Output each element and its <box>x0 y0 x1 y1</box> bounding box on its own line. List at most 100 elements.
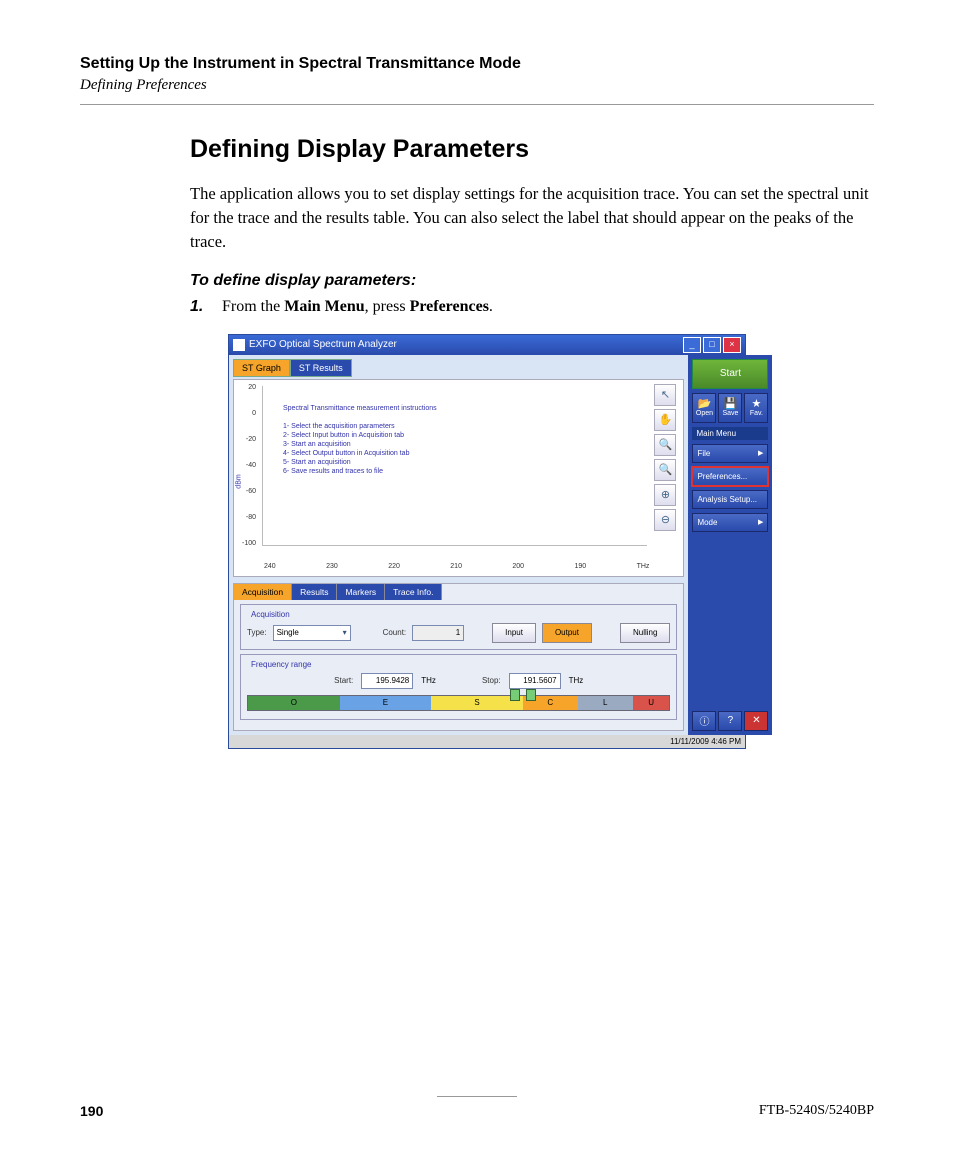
tool-pan[interactable]: ✋ <box>654 409 676 431</box>
tab-acquisition[interactable]: Acquisition <box>234 584 292 600</box>
procedure-heading: To define display parameters: <box>190 272 874 290</box>
xtick: 230 <box>326 563 338 570</box>
save-button[interactable]: 💾Save <box>718 393 742 423</box>
type-select[interactable]: Single ▾ <box>273 625 351 641</box>
maximize-button[interactable]: □ <box>703 337 721 353</box>
input-button[interactable]: Input <box>492 623 536 643</box>
status-bar: 11/11/2009 4:46 PM <box>229 735 745 748</box>
y-axis-label: dBm <box>236 474 243 488</box>
band-o: O <box>248 696 340 710</box>
ytick: -60 <box>246 488 256 495</box>
ytick: -100 <box>242 540 256 547</box>
step-text-c: , press <box>365 298 410 315</box>
menu-mode[interactable]: Mode▶ <box>692 513 768 532</box>
tab-results[interactable]: Results <box>292 584 337 600</box>
menu-preferences[interactable]: Preferences... <box>692 467 768 486</box>
type-value: Single <box>277 628 299 637</box>
app-window: EXFO Optical Spectrum Analyzer _ □ × ST … <box>228 334 746 749</box>
titlebar: EXFO Optical Spectrum Analyzer _ □ × <box>229 335 745 355</box>
page-title: Defining Display Parameters <box>190 135 874 164</box>
xtick: 210 <box>450 563 462 570</box>
ytick: -40 <box>246 462 256 469</box>
tab-st-results[interactable]: ST Results <box>290 359 352 377</box>
count-label: Count: <box>383 628 407 637</box>
stop-input[interactable]: 191.5607 <box>509 673 561 689</box>
ytick: -20 <box>246 436 256 443</box>
band-e: E <box>340 696 432 710</box>
frequency-legend: Frequency range <box>249 660 313 669</box>
start-label: Start: <box>334 676 353 685</box>
step-bold-preferences: Preferences <box>410 298 489 315</box>
nulling-button[interactable]: Nulling <box>620 623 670 643</box>
fav-button[interactable]: ★Fav. <box>744 393 768 423</box>
menu-file[interactable]: File▶ <box>692 444 768 463</box>
start-button[interactable]: Start <box>692 359 768 389</box>
range-handle-stop[interactable] <box>526 689 536 701</box>
xtick: 200 <box>512 563 524 570</box>
instruction-line: 6- Save results and traces to file <box>283 467 437 476</box>
intro-paragraph: The application allows you to set displa… <box>190 182 874 254</box>
section-title: Defining Preferences <box>80 77 874 94</box>
arrow-right-icon: ▶ <box>758 518 763 526</box>
x-unit: THz <box>637 563 650 570</box>
step-bold-mainmenu: Main Menu <box>284 298 364 315</box>
instructions-title: Spectral Transmittance measurement instr… <box>283 404 437 413</box>
graph-area[interactable]: Spectral Transmittance measurement instr… <box>262 386 647 546</box>
step-text-a: From the <box>222 298 284 315</box>
chapter-title: Setting Up the Instrument in Spectral Tr… <box>80 55 874 73</box>
ytick: 0 <box>252 410 256 417</box>
instruction-line: 1- Select the acquisition parameters <box>283 422 437 431</box>
close-button[interactable]: × <box>723 337 741 353</box>
app-icon <box>233 339 245 351</box>
stop-label: Stop: <box>482 676 501 685</box>
open-button[interactable]: 📂Open <box>692 393 716 423</box>
product-model: FTB-5240S/5240BP <box>759 1103 874 1119</box>
ytick: -80 <box>246 514 256 521</box>
instruction-line: 5- Start an acquisition <box>283 458 437 467</box>
band-bar[interactable]: O E S C L U <box>247 695 670 711</box>
info-button[interactable]: ⓘ <box>692 711 716 731</box>
step-text-e: . <box>489 298 493 315</box>
start-unit: THz <box>421 676 436 685</box>
help-button[interactable]: ? <box>718 711 742 731</box>
xtick: 220 <box>388 563 400 570</box>
instruction-line: 3- Start an acquisition <box>283 440 437 449</box>
folder-icon: 📂 <box>698 399 712 410</box>
main-menu-header: Main Menu <box>692 427 768 440</box>
tab-trace-info[interactable]: Trace Info. <box>385 584 442 600</box>
ytick: 20 <box>248 384 256 391</box>
instruction-line: 4- Select Output button in Acquisition t… <box>283 449 437 458</box>
minimize-button[interactable]: _ <box>683 337 701 353</box>
tab-markers[interactable]: Markers <box>337 584 385 600</box>
stop-unit: THz <box>569 676 584 685</box>
tool-pointer[interactable]: ↖ <box>654 384 676 406</box>
step-number: 1. <box>190 298 218 316</box>
band-u: U <box>633 696 670 710</box>
exit-button[interactable]: ✕ <box>744 711 768 731</box>
count-input: 1 <box>412 625 464 641</box>
menu-analysis-setup[interactable]: Analysis Setup... <box>692 490 768 509</box>
header-divider <box>80 104 874 105</box>
tool-zoom-out[interactable]: 🔍 <box>654 459 676 481</box>
window-title: EXFO Optical Spectrum Analyzer <box>249 339 683 350</box>
start-input[interactable]: 195.9428 <box>361 673 413 689</box>
xtick: 240 <box>264 563 276 570</box>
tool-zoom-fit[interactable]: ⊕ <box>654 484 676 506</box>
arrow-right-icon: ▶ <box>758 449 763 457</box>
instruction-line: 2- Select Input button in Acquisition ta… <box>283 431 437 440</box>
tab-st-graph[interactable]: ST Graph <box>233 359 290 377</box>
xtick: 190 <box>574 563 586 570</box>
step-1: 1. From the Main Menu, press Preferences… <box>190 298 874 316</box>
output-button[interactable]: Output <box>542 623 592 643</box>
range-handle-start[interactable] <box>510 689 520 701</box>
graph-panel: dBm 20 0 -20 -40 -60 -80 -100 Spectral T… <box>233 379 684 577</box>
star-icon: ★ <box>752 399 762 410</box>
band-l: L <box>578 696 633 710</box>
footer-divider <box>437 1096 517 1097</box>
type-label: Type: <box>247 628 267 637</box>
chevron-down-icon: ▾ <box>343 628 347 637</box>
tool-zoom[interactable]: 🔍 <box>654 434 676 456</box>
save-icon: 💾 <box>724 399 738 410</box>
status-datetime: 11/11/2009 4:46 PM <box>670 737 741 746</box>
tool-zoom-reset[interactable]: ⊖ <box>654 509 676 531</box>
